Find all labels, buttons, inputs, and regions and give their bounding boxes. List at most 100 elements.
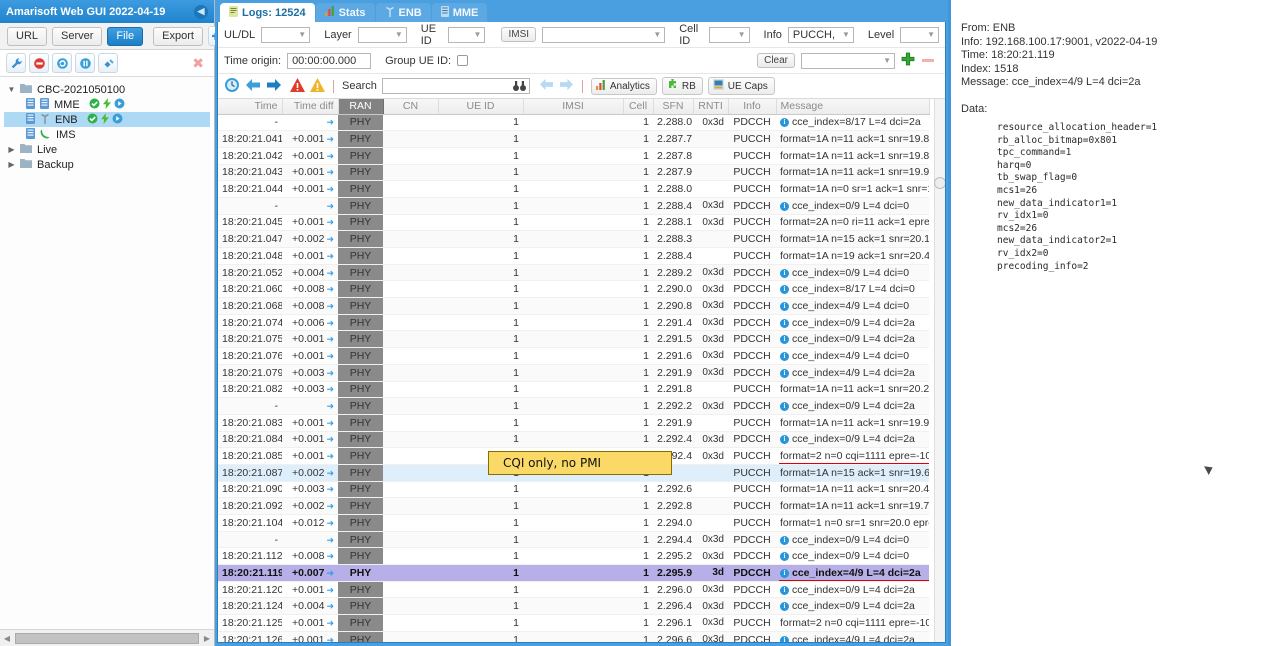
minus-icon[interactable] <box>921 55 935 67</box>
ueid-select[interactable]: ▼ <box>448 26 486 43</box>
table-row[interactable]: 18:20:21.120 +0.001 ➜ PHY 1 1 2.296.0 0x3d PDCCH… <box>218 581 929 599</box>
time-origin-input[interactable]: 00:00:00.000 <box>287 52 372 69</box>
tab-mme[interactable]: MME <box>431 3 488 22</box>
wrench-icon[interactable] <box>6 53 26 73</box>
arrow-right-pale-icon[interactable] <box>559 78 574 94</box>
table-row[interactable]: - ➜ PHY 1 1 2.292.2 0x3d PDCCH i cce_index=0/9 L=… <box>218 397 929 415</box>
tree-item-live[interactable]: ▶ Live <box>4 142 210 157</box>
pause-icon[interactable] <box>75 53 95 73</box>
rb-button[interactable]: RB <box>661 77 703 95</box>
clear-button[interactable]: Clear <box>757 53 795 68</box>
log-vertical-scrollbar[interactable] <box>934 99 945 642</box>
table-row[interactable]: 18:20:21.052 +0.004 ➜ PHY 1 1 2.289.2 0x3d PDCCH… <box>218 264 929 282</box>
binoculars-icon[interactable] <box>512 80 526 95</box>
table-row[interactable]: 18:20:21.092 +0.002 ➜ PHY 1 1 2.292.8 PUCCH form… <box>218 497 929 515</box>
level-select[interactable]: ▼ <box>900 26 940 43</box>
table-row[interactable]: 18:20:21.082 +0.003 ➜ PHY 1 1 2.291.8 PUCCH form… <box>218 381 929 399</box>
table-row[interactable]: - ➜ PHY 1 1 2.288.4 0x3d PDCCH i cce_index=0/9 L=… <box>218 197 929 215</box>
tab-enb[interactable]: ENB <box>375 3 431 22</box>
table-row[interactable]: 18:20:21.076 +0.001 ➜ PHY 1 1 2.291.6 0x3d PDCCH… <box>218 347 929 365</box>
uecaps-button[interactable]: UE Caps <box>707 77 775 95</box>
preset-select[interactable]: ▼ <box>801 52 895 69</box>
col-message[interactable]: Message <box>776 99 930 115</box>
col-time[interactable]: Time <box>218 99 283 115</box>
tree-item-ims[interactable]: IMS <box>4 127 210 142</box>
table-row[interactable]: 18:20:21.047 +0.002 ➜ PHY 1 1 2.288.3 PUCCH form… <box>218 230 929 248</box>
stop-icon[interactable] <box>29 53 49 73</box>
table-row[interactable]: 18:20:21.044 +0.001 ➜ PHY 1 1 2.288.0 PUCCH form… <box>218 180 929 198</box>
bolt-icon[interactable] <box>102 97 111 112</box>
log-table-container[interactable]: Time Time diff RAN CN UE ID IMSI Cell SF… <box>218 99 945 642</box>
col-info[interactable]: Info <box>728 99 777 115</box>
table-row[interactable]: - ➜ PHY 1 1 2.294.4 0x3d PDCCH i cce_index=0/9 L=… <box>218 531 929 549</box>
table-row[interactable]: 18:20:21.104 +0.012 ➜ PHY 1 1 2.294.0 PUCCH form… <box>218 514 929 532</box>
imsi-select[interactable]: ▼ <box>542 26 666 43</box>
analytics-button[interactable]: Analytics <box>590 77 657 95</box>
arrow-left-icon[interactable] <box>245 78 261 95</box>
twisty-right-icon[interactable]: ▶ <box>6 160 17 169</box>
table-row[interactable]: 18:20:21.060 +0.008 ➜ PHY 1 1 2.290.0 0x3d PDCCH… <box>218 280 929 299</box>
table-row[interactable]: 18:20:21.074 +0.006 ➜ PHY 1 1 2.291.4 0x3d PDCCH… <box>218 314 929 332</box>
table-row[interactable]: 18:20:21.090 +0.003 ➜ PHY 1 1 2.292.6 PUCCH form… <box>218 481 929 499</box>
table-row[interactable]: 18:20:21.043 +0.001 ➜ PHY 1 1 2.287.9 PUCCH form… <box>218 164 929 182</box>
tab-logs[interactable]: Logs: 12524 <box>220 3 315 22</box>
left-horizontal-scrollbar[interactable]: ◀ ▶ <box>0 629 214 646</box>
export-button[interactable]: Export <box>153 26 203 46</box>
col-ue-id[interactable]: UE ID <box>438 99 524 115</box>
file-button[interactable]: File <box>107 26 144 46</box>
group-ueid-checkbox[interactable] <box>457 55 469 66</box>
plus-icon[interactable] <box>901 52 915 69</box>
url-button[interactable]: URL <box>7 26 48 46</box>
scroll-right-arrow-icon[interactable]: ▶ <box>200 634 214 643</box>
tree-item-backup[interactable]: ▶ Backup <box>4 157 210 172</box>
table-row[interactable]: 18:20:21.084 +0.001 ➜ PHY 1 1 2.292.4 0x3d PDCCH… <box>218 431 929 449</box>
layer-select[interactable]: ▼ <box>357 26 407 43</box>
warning-triangle-icon[interactable] <box>310 77 325 95</box>
bolt-icon[interactable] <box>100 112 109 127</box>
clock-icon[interactable] <box>224 77 240 96</box>
table-row[interactable]: 18:20:21.112 +0.008 ➜ PHY 1 1 2.295.2 0x3d PDCCH… <box>218 547 929 566</box>
table-row[interactable]: 18:20:21.124 +0.004 ➜ PHY 1 1 2.296.4 0x3d PDCCH… <box>218 597 929 616</box>
chevron-left-icon[interactable]: ◀ <box>194 4 208 19</box>
arrow-right-icon[interactable] <box>266 78 282 95</box>
play-icon[interactable] <box>112 113 123 127</box>
cellid-select[interactable]: ▼ <box>709 26 750 43</box>
close-x-icon[interactable]: ✖ <box>192 55 208 72</box>
table-row[interactable]: 18:20:21.079 +0.003 ➜ PHY 1 1 2.291.9 0x3d PDCCH… <box>218 364 929 382</box>
tab-stats[interactable]: Stats <box>315 3 375 22</box>
twisty-down-icon[interactable]: ▼ <box>6 85 17 94</box>
table-row[interactable]: 18:20:21.125 +0.001 ➜ PHY 1 1 2.296.1 0x3d PUCCH… <box>218 614 929 632</box>
scroll-grip[interactable] <box>934 177 945 189</box>
table-row[interactable]: 18:20:21.119 +0.007 ➜ PHY 1 1 2.295.9 3d PDCCH i c… <box>218 564 929 582</box>
server-button[interactable]: Server <box>52 26 103 46</box>
table-row[interactable]: - ➜ PHY 1 1 2.288.0 0x3d PDCCH i cce_index=8/17 L… <box>218 114 929 132</box>
twisty-right-icon[interactable]: ▶ <box>6 145 17 154</box>
col-sfn[interactable]: SFN <box>653 99 694 115</box>
table-row[interactable]: 18:20:21.041 +0.001 ➜ PHY 1 1 2.287.7 PUCCH form… <box>218 130 929 148</box>
scroll-thumb[interactable] <box>15 632 199 644</box>
col-imsi[interactable]: IMSI <box>523 99 624 115</box>
play-icon[interactable] <box>114 98 125 112</box>
table-row[interactable]: 18:20:21.126 +0.001 ➜ PHY 1 1 2.296.6 0x3d PDCCH… <box>218 631 929 642</box>
col-rnti[interactable]: RNTI <box>693 99 729 115</box>
arrow-left-pale-icon[interactable] <box>539 78 554 94</box>
check-icon[interactable] <box>87 113 98 127</box>
table-row[interactable]: 18:20:21.068 +0.008 ➜ PHY 1 1 2.290.8 0x3d PDCCH… <box>218 297 929 315</box>
tree-item-mme[interactable]: MME <box>4 97 210 112</box>
error-triangle-icon[interactable] <box>290 77 305 95</box>
check-icon[interactable] <box>89 98 100 112</box>
tree-item-enb[interactable]: ENB <box>4 112 210 127</box>
imsi-button[interactable]: IMSI <box>501 27 537 42</box>
info-select[interactable]: PUCCH, PI▼ <box>787 26 854 43</box>
tree-item-cbc[interactable]: ▼ CBC-2021050100 <box>4 82 210 97</box>
col-time-diff[interactable]: Time diff <box>282 99 339 115</box>
scroll-left-arrow-icon[interactable]: ◀ <box>0 634 14 643</box>
table-row[interactable]: 18:20:21.048 +0.001 ➜ PHY 1 1 2.288.4 PUCCH form… <box>218 247 929 265</box>
uldl-select[interactable]: ▼ <box>261 26 311 43</box>
plug-icon[interactable] <box>98 53 118 73</box>
col-ran[interactable]: RAN <box>338 99 384 115</box>
table-row[interactable]: 18:20:21.075 +0.001 ➜ PHY 1 1 2.291.5 0x3d PDCCH… <box>218 330 929 349</box>
search-input[interactable] <box>381 78 530 95</box>
col-cell[interactable]: Cell <box>623 99 654 115</box>
table-row[interactable]: 18:20:21.042 +0.001 ➜ PHY 1 1 2.287.8 PUCCH form… <box>218 147 929 165</box>
